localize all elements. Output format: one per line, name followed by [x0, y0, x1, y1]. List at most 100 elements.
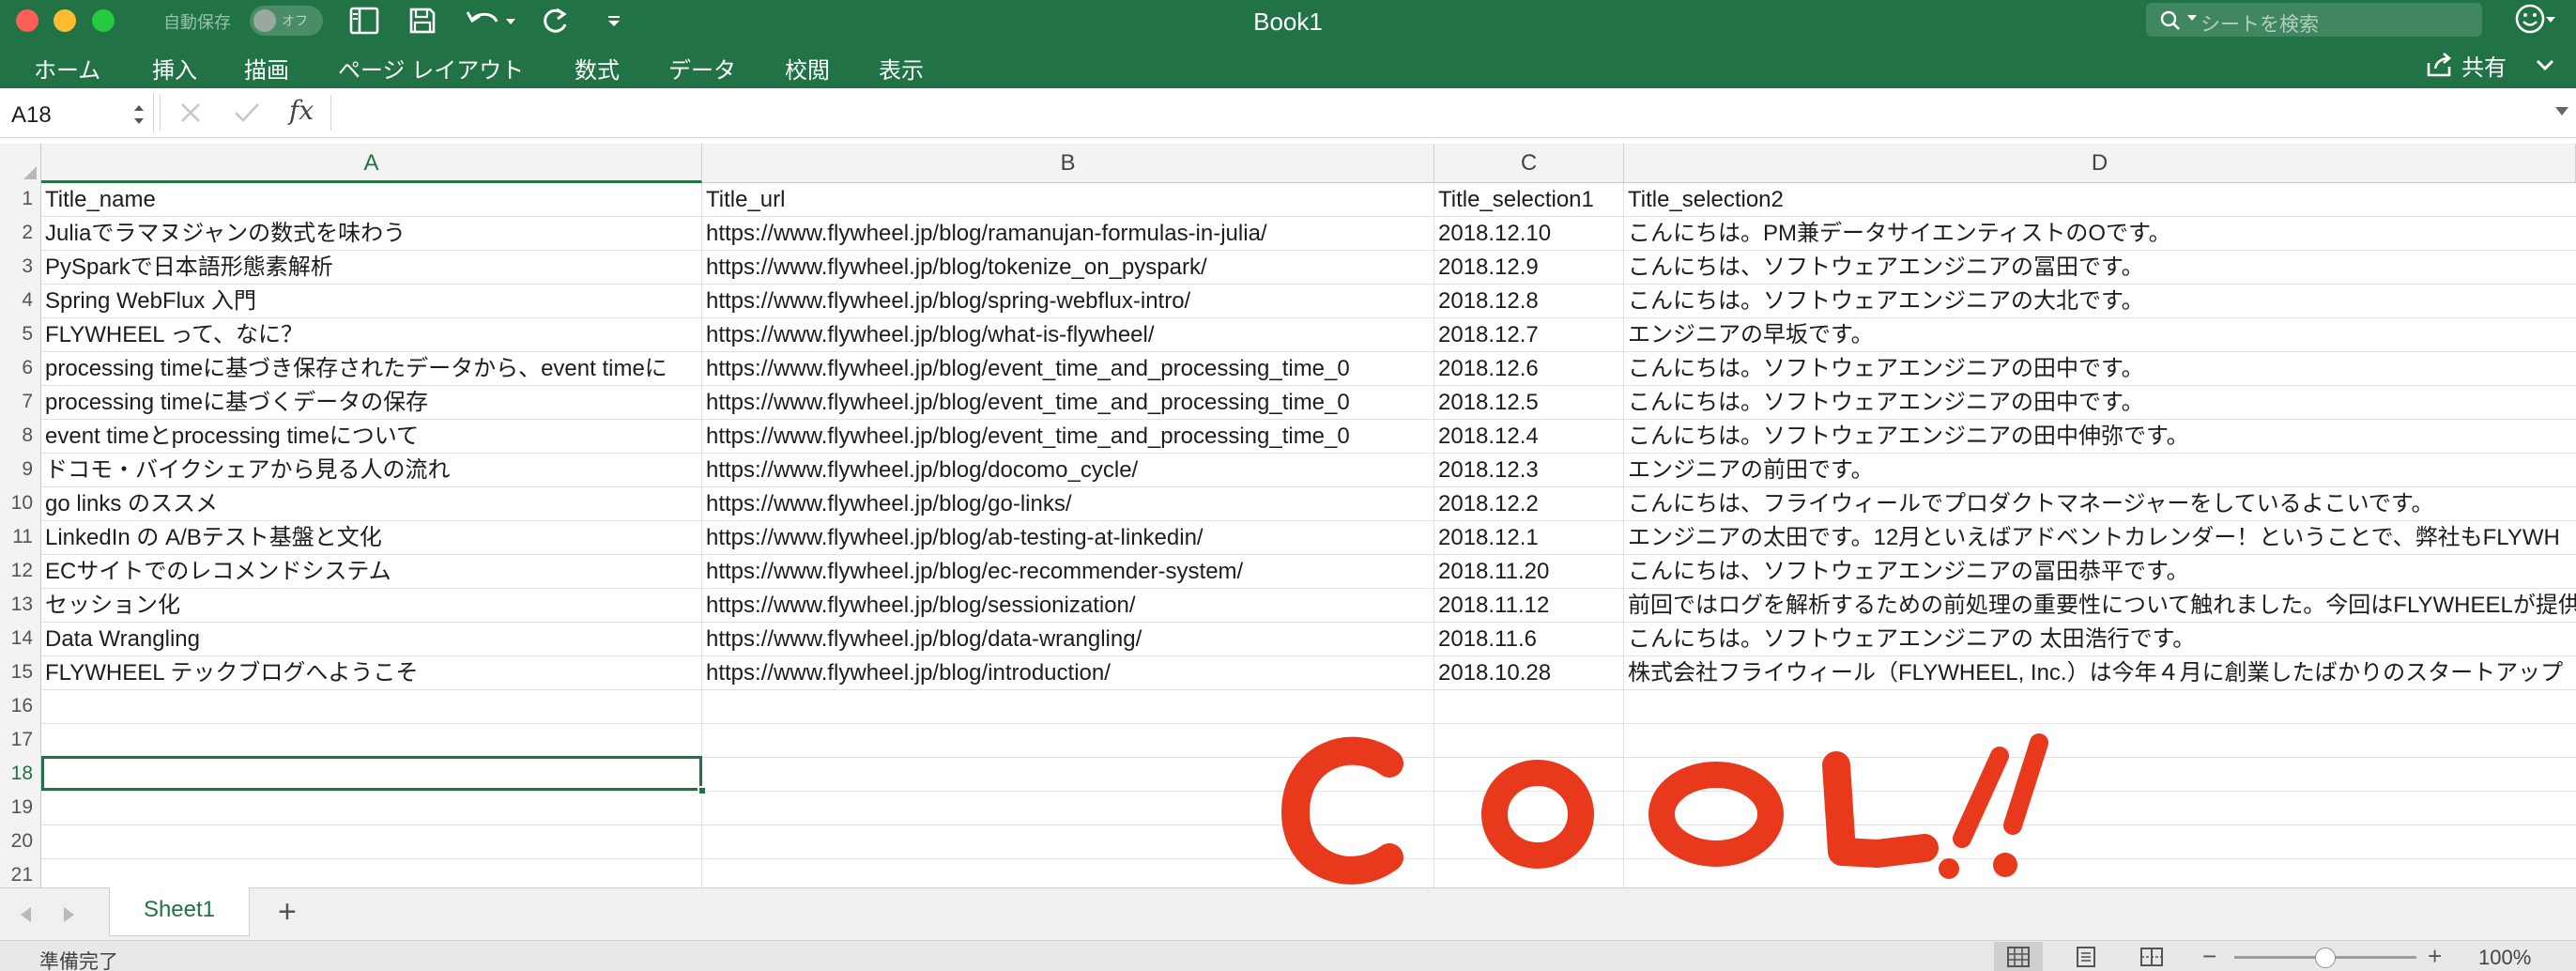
collapse-ribbon-chevron-icon[interactable]: [2533, 53, 2557, 82]
formula-input[interactable]: [336, 93, 2552, 132]
cell-d[interactable]: こんにちは。ソフトウェアエンジニアの田中です。: [1624, 352, 2576, 386]
cell-a[interactable]: ドコモ・バイクシェアから見る人の流れ: [41, 454, 702, 487]
select-all-corner[interactable]: [0, 144, 41, 183]
cell-c[interactable]: 2018.12.10: [1434, 217, 1624, 251]
cell-b[interactable]: https://www.flywheel.jp/blog/event_time_…: [702, 420, 1434, 454]
cell-c[interactable]: 2018.12.8: [1434, 285, 1624, 318]
cell-a[interactable]: [41, 792, 702, 825]
tab-home[interactable]: ホーム: [34, 52, 100, 85]
cell-c[interactable]: 2018.12.7: [1434, 318, 1624, 352]
cell-c[interactable]: 2018.12.2: [1434, 487, 1624, 521]
cell-d[interactable]: こんにちは。ソフトウェアエンジニアの 太田浩行です。: [1624, 623, 2576, 656]
cell-a[interactable]: [41, 724, 702, 758]
zoom-out-button[interactable]: −: [2202, 942, 2216, 971]
cell-a[interactable]: ECサイトでのレコメンドシステム: [41, 555, 702, 589]
zoom-slider-knob[interactable]: [2315, 948, 2336, 968]
cell-a[interactable]: セッション化: [41, 589, 702, 623]
zoom-level[interactable]: 100%: [2478, 946, 2531, 970]
cell-a[interactable]: processing timeに基づくデータの保存: [41, 386, 702, 420]
row-header[interactable]: 6: [0, 352, 41, 386]
cell-d[interactable]: エンジニアの太田です。12月といえばアドベントカレンダー！ということで、弊社もF…: [1624, 521, 2576, 555]
cell-a[interactable]: LinkedIn の A/Bテスト基盤と文化: [41, 521, 702, 555]
active-cell-selection[interactable]: [41, 756, 702, 791]
cell-d[interactable]: こんにちは、フライウィールでプロダクトマネージャーをしているよこいです。: [1624, 487, 2576, 521]
cell-a[interactable]: go links のススメ: [41, 487, 702, 521]
cell-d[interactable]: こんにちは。ソフトウェアエンジニアの大北です。: [1624, 285, 2576, 318]
cell-c[interactable]: 2018.12.6: [1434, 352, 1624, 386]
insert-function-icon[interactable]: fx: [289, 95, 314, 126]
cell-b[interactable]: https://www.flywheel.jp/blog/docomo_cycl…: [702, 454, 1434, 487]
cell-c[interactable]: 2018.11.12: [1434, 589, 1624, 623]
zoom-in-button[interactable]: +: [2428, 942, 2442, 971]
cell-b[interactable]: Title_url: [702, 183, 1434, 217]
row-header[interactable]: 17: [0, 724, 41, 758]
cell-d[interactable]: こんにちは。PM兼データサイエンティストのOです。: [1624, 217, 2576, 251]
row-header[interactable]: 14: [0, 623, 41, 656]
row-header[interactable]: 7: [0, 386, 41, 420]
row-header[interactable]: 15: [0, 656, 41, 690]
row-header[interactable]: 19: [0, 792, 41, 825]
cell-b[interactable]: https://www.flywheel.jp/blog/sessionizat…: [702, 589, 1434, 623]
cell-a[interactable]: processing timeに基づき保存されたデータから、event time…: [41, 352, 702, 386]
cell-b[interactable]: https://www.flywheel.jp/blog/ramanujan-f…: [702, 217, 1434, 251]
tab-insert[interactable]: 挿入: [152, 52, 197, 85]
cell-a[interactable]: Spring WebFlux 入門: [41, 285, 702, 318]
row-header[interactable]: 3: [0, 251, 41, 285]
row-header[interactable]: 9: [0, 454, 41, 487]
row-header[interactable]: 8: [0, 420, 41, 454]
column-header-b[interactable]: B: [702, 144, 1434, 183]
cell-a[interactable]: [41, 690, 702, 724]
name-box-dropdown-icon[interactable]: [131, 100, 146, 133]
sheet-search-box[interactable]: シートを検索: [2146, 3, 2482, 37]
tab-review[interactable]: 校閲: [785, 52, 830, 85]
row-header[interactable]: 4: [0, 285, 41, 318]
cell-c[interactable]: [1434, 690, 1624, 724]
cell-d[interactable]: こんにちは、ソフトウェアエンジニアの冨田恭平です。: [1624, 555, 2576, 589]
cell-d[interactable]: 株式会社フライウィール（FLYWHEEL, Inc.）は今年４月に創業したばかり…: [1624, 656, 2576, 690]
cell-d[interactable]: こんにちは、ソフトウェアエンジニアの冨田です。: [1624, 251, 2576, 285]
cell-a[interactable]: [41, 825, 702, 859]
cell-d[interactable]: Title_selection2: [1624, 183, 2576, 217]
cell-a[interactable]: FLYWHEEL って、なに？: [41, 318, 702, 352]
column-header-d[interactable]: D: [1624, 144, 2576, 183]
sheet-tab-sheet1[interactable]: Sheet1: [109, 887, 250, 936]
cell-b[interactable]: https://www.flywheel.jp/blog/spring-webf…: [702, 285, 1434, 318]
row-header[interactable]: 10: [0, 487, 41, 521]
cell-a[interactable]: PySparkで日本語形態素解析: [41, 251, 702, 285]
page-layout-view-button[interactable]: [2062, 942, 2110, 971]
cell-d[interactable]: こんにちは。ソフトウェアエンジニアの田中です。: [1624, 386, 2576, 420]
tab-draw[interactable]: 描画: [244, 52, 289, 85]
cell-a[interactable]: Juliaでラマヌジャンの数式を味わう: [41, 217, 702, 251]
column-header-c[interactable]: C: [1434, 144, 1624, 183]
cell-a[interactable]: Title_name: [41, 183, 702, 217]
cell-d[interactable]: エンジニアの早坂です。: [1624, 318, 2576, 352]
cell-d[interactable]: エンジニアの前田です。: [1624, 454, 2576, 487]
row-header[interactable]: 21: [0, 859, 41, 887]
normal-view-button[interactable]: [1994, 942, 2043, 971]
row-header[interactable]: 5: [0, 318, 41, 352]
expand-formula-bar-chevron-icon[interactable]: [2555, 107, 2568, 116]
share-button[interactable]: 共有: [2426, 50, 2507, 81]
row-header[interactable]: 16: [0, 690, 41, 724]
cell-b[interactable]: https://www.flywheel.jp/blog/ab-testing-…: [702, 521, 1434, 555]
cell-b[interactable]: https://www.flywheel.jp/blog/event_time_…: [702, 386, 1434, 420]
add-sheet-plus-icon[interactable]: +: [278, 896, 297, 928]
row-header[interactable]: 18: [0, 758, 41, 792]
cancel-edit-icon[interactable]: [178, 100, 203, 130]
tab-data[interactable]: データ: [668, 52, 736, 85]
cell-b[interactable]: https://www.flywheel.jp/blog/tokenize_on…: [702, 251, 1434, 285]
page-break-view-button[interactable]: [2127, 942, 2176, 971]
cell-b[interactable]: https://www.flywheel.jp/blog/go-links/: [702, 487, 1434, 521]
previous-sheet-arrow-icon[interactable]: [21, 907, 31, 922]
tab-view[interactable]: 表示: [879, 52, 924, 85]
cell-b[interactable]: https://www.flywheel.jp/blog/event_time_…: [702, 352, 1434, 386]
user-smiley-icon[interactable]: [2513, 2, 2547, 40]
row-header[interactable]: 12: [0, 555, 41, 589]
cell-b[interactable]: https://www.flywheel.jp/blog/ec-recommen…: [702, 555, 1434, 589]
cell-c[interactable]: 2018.12.4: [1434, 420, 1624, 454]
search-options-chevron-icon[interactable]: [2187, 15, 2197, 21]
cell-d[interactable]: 前回ではログを解析するための前処理の重要性について触れました。今回はFLYWHE…: [1624, 589, 2576, 623]
cell-c[interactable]: 2018.12.5: [1434, 386, 1624, 420]
cell-c[interactable]: 2018.10.28: [1434, 656, 1624, 690]
row-header[interactable]: 1: [0, 183, 41, 217]
